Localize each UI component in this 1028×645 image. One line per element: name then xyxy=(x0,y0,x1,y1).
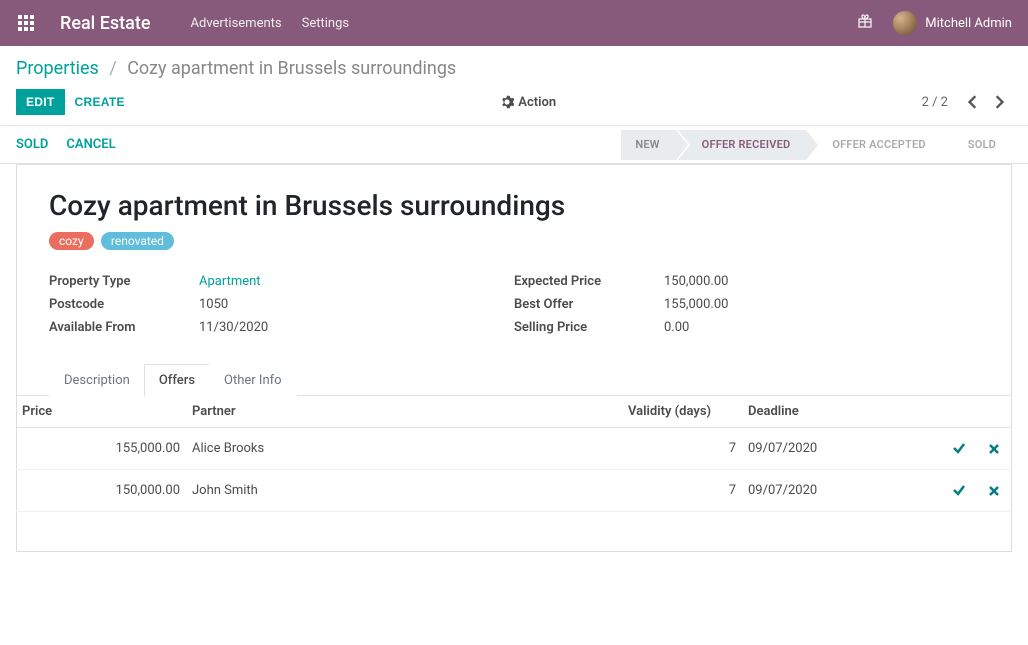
col-header-validity[interactable]: Validity (days) xyxy=(622,396,742,428)
top-navbar: Real Estate Advertisements Settings Mitc… xyxy=(0,0,1028,46)
cell-price: 155,000.00 xyxy=(16,428,186,470)
brand-title[interactable]: Real Estate xyxy=(60,13,151,34)
pager-next[interactable] xyxy=(986,89,1012,115)
cell-validity: 7 xyxy=(622,428,742,470)
chevron-right-icon xyxy=(994,95,1004,109)
chevron-left-icon xyxy=(968,95,978,109)
gear-icon xyxy=(500,95,514,109)
control-panel: Properties / Cozy apartment in Brussels … xyxy=(0,46,1028,126)
record-tags: cozy renovated xyxy=(49,232,979,250)
value-selling-price: 0.00 xyxy=(664,320,689,335)
tab-description[interactable]: Description xyxy=(49,364,145,396)
table-row[interactable]: 150,000.00 John Smith 7 09/07/2020 xyxy=(16,470,1012,512)
username: Mitchell Admin xyxy=(925,16,1012,31)
breadcrumb: Properties / Cozy apartment in Brussels … xyxy=(16,58,1012,79)
table-row[interactable]: 155,000.00 Alice Brooks 7 09/07/2020 xyxy=(16,428,1012,470)
label-selling-price: Selling Price xyxy=(514,320,664,335)
pager-prev[interactable] xyxy=(960,89,986,115)
label-best-offer: Best Offer xyxy=(514,297,664,312)
col-header-actions xyxy=(892,396,1012,428)
label-postcode: Postcode xyxy=(49,297,199,312)
tab-offers[interactable]: Offers xyxy=(144,364,210,396)
cancel-button[interactable]: CANCEL xyxy=(66,137,115,152)
tag-cozy[interactable]: cozy xyxy=(49,232,94,250)
x-icon xyxy=(988,443,1000,455)
label-expected-price: Expected Price xyxy=(514,274,664,289)
cell-partner: Alice Brooks xyxy=(186,428,622,470)
cell-partner: John Smith xyxy=(186,470,622,512)
offers-table: Price Partner Validity (days) Deadline 1… xyxy=(16,396,1012,512)
status-step-offer-accepted[interactable]: OFFER ACCEPTED xyxy=(808,130,941,160)
value-postcode: 1050 xyxy=(199,297,228,312)
create-button[interactable]: CREATE xyxy=(65,89,135,115)
breadcrumb-current: Cozy apartment in Brussels surroundings xyxy=(127,58,456,79)
cell-validity: 7 xyxy=(622,470,742,512)
accept-offer-button[interactable] xyxy=(947,478,971,502)
edit-button[interactable]: EDIT xyxy=(16,89,65,115)
value-available-from: 11/30/2020 xyxy=(199,320,268,335)
action-label: Action xyxy=(518,95,556,110)
value-property-type[interactable]: Apartment xyxy=(199,274,261,289)
form-sheet: Cozy apartment in Brussels surroundings … xyxy=(16,164,1012,552)
action-dropdown[interactable]: Action xyxy=(500,95,556,110)
status-step-new[interactable]: NEW xyxy=(621,130,675,160)
col-header-price[interactable]: Price xyxy=(16,396,186,428)
x-icon xyxy=(988,485,1000,497)
avatar xyxy=(893,11,917,35)
accept-offer-button[interactable] xyxy=(947,436,971,460)
sold-button[interactable]: SOLD xyxy=(16,137,48,152)
cell-deadline: 09/07/2020 xyxy=(742,470,892,512)
col-header-partner[interactable]: Partner xyxy=(186,396,622,428)
status-step-sold[interactable]: SOLD xyxy=(944,130,1012,160)
statusbar: SOLD CANCEL NEW OFFER RECEIVED OFFER ACC… xyxy=(0,126,1028,164)
value-expected-price: 150,000.00 xyxy=(664,274,728,289)
check-icon xyxy=(952,483,966,497)
cell-deadline: 09/07/2020 xyxy=(742,428,892,470)
pager-text[interactable]: 2 / 2 xyxy=(922,95,948,110)
check-icon xyxy=(952,441,966,455)
refuse-offer-button[interactable] xyxy=(982,437,1006,461)
user-menu[interactable]: Mitchell Admin xyxy=(893,11,1012,35)
value-best-offer: 155,000.00 xyxy=(664,297,728,312)
status-step-offer-received[interactable]: OFFER RECEIVED xyxy=(678,130,807,160)
notebook: Description Offers Other Info Price Part… xyxy=(49,363,979,552)
menu-settings[interactable]: Settings xyxy=(302,16,349,31)
cell-price: 150,000.00 xyxy=(16,470,186,512)
gift-icon[interactable] xyxy=(857,13,873,33)
menu-advertisements[interactable]: Advertisements xyxy=(191,16,282,31)
label-property-type: Property Type xyxy=(49,274,199,289)
col-header-deadline[interactable]: Deadline xyxy=(742,396,892,428)
apps-icon[interactable] xyxy=(16,13,36,33)
breadcrumb-root[interactable]: Properties xyxy=(16,58,99,79)
status-steps: NEW OFFER RECEIVED OFFER ACCEPTED SOLD xyxy=(621,130,1012,160)
label-available-from: Available From xyxy=(49,320,199,335)
breadcrumb-sep: / xyxy=(109,58,116,79)
tag-renovated[interactable]: renovated xyxy=(101,232,174,250)
refuse-offer-button[interactable] xyxy=(982,479,1006,503)
tab-other-info[interactable]: Other Info xyxy=(209,364,297,396)
record-title: Cozy apartment in Brussels surroundings xyxy=(49,189,979,222)
